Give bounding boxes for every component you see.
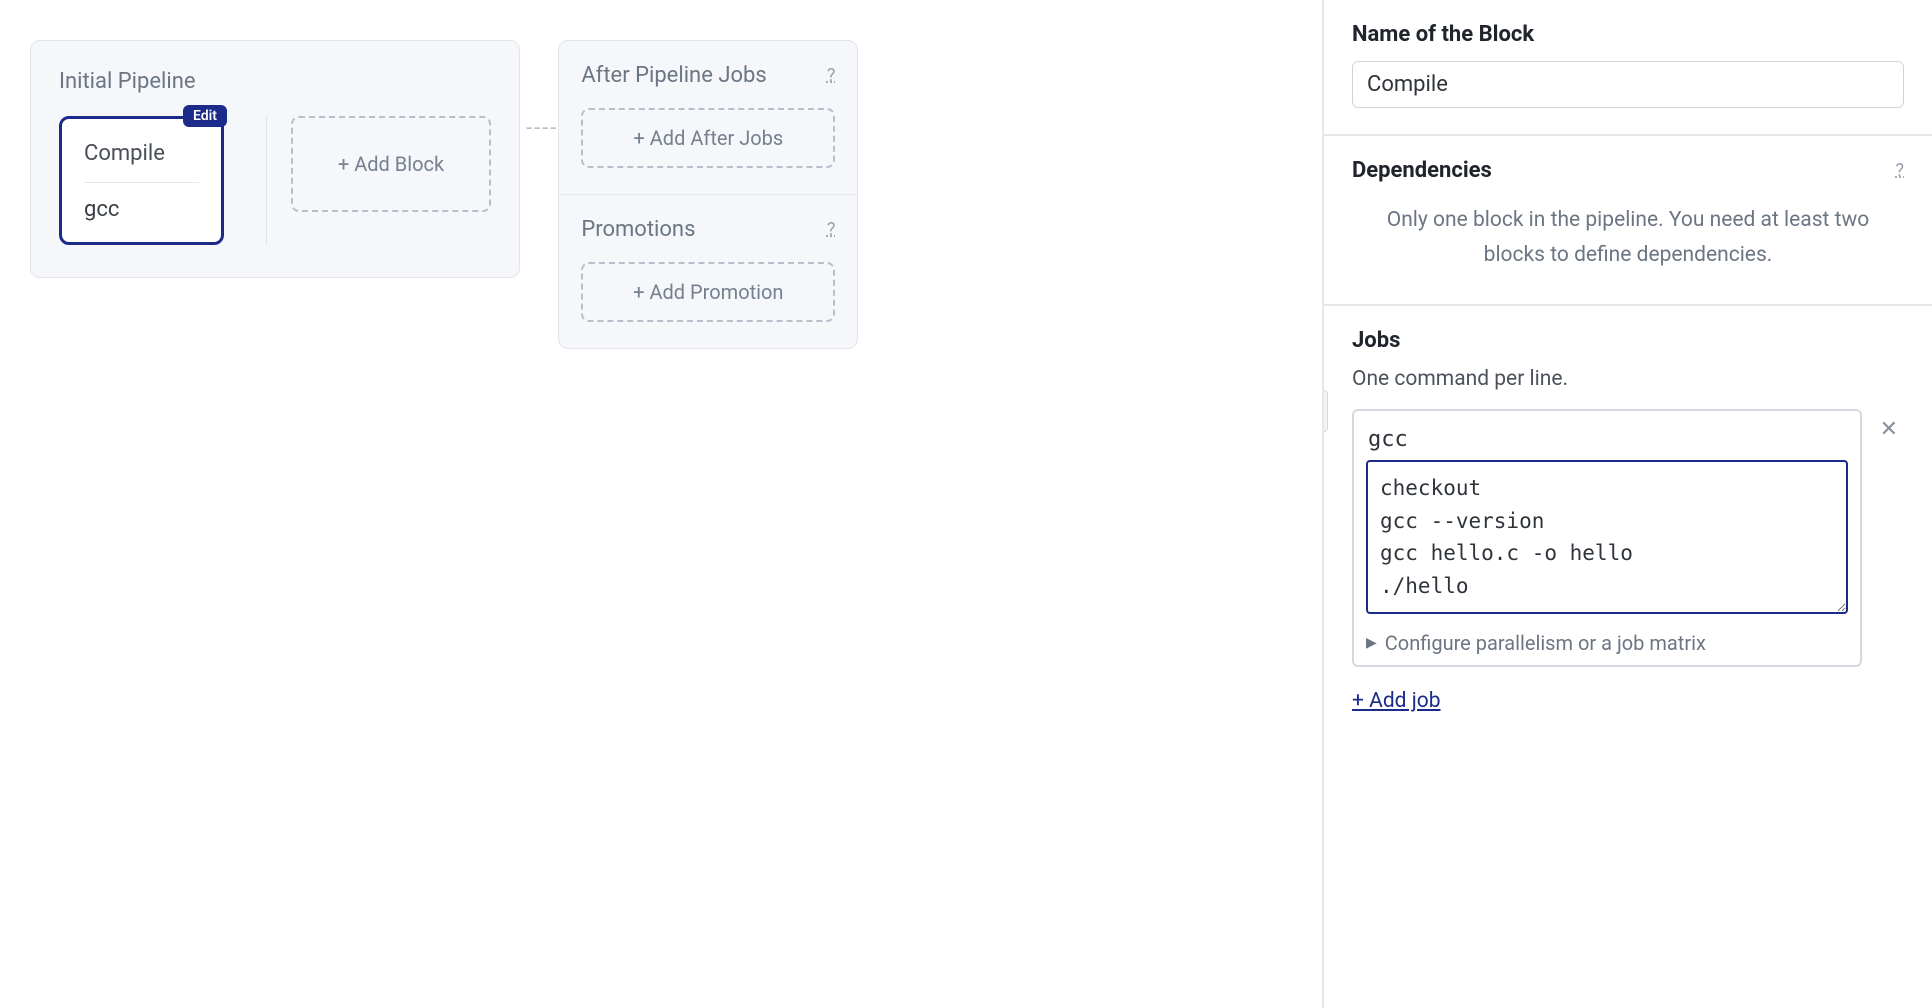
pipeline-panel: Initial Pipeline Edit Compile gcc + Add … <box>30 40 520 278</box>
panel-resize-handle[interactable] <box>1322 390 1328 432</box>
after-pipeline-jobs-section: After Pipeline Jobs ? + Add After Jobs <box>559 41 857 194</box>
parallelism-label: Configure parallelism or a job matrix <box>1385 631 1706 655</box>
job-box: ▶ Configure parallelism or a job matrix <box>1352 409 1862 667</box>
dependencies-message: Only one block in the pipeline. You need… <box>1352 197 1904 278</box>
name-section: Name of the Block <box>1324 0 1932 134</box>
add-promotion-button[interactable]: + Add Promotion <box>581 262 835 322</box>
configure-parallelism-toggle[interactable]: ▶ Configure parallelism or a job matrix <box>1366 631 1848 655</box>
job-name-input[interactable] <box>1366 423 1848 460</box>
pipeline-canvas: Initial Pipeline Edit Compile gcc + Add … <box>0 0 1322 1008</box>
edit-badge[interactable]: Edit <box>183 105 227 127</box>
jobs-section: Jobs One command per line. ▶ Configure p… <box>1324 304 1932 739</box>
job-commands-textarea[interactable] <box>1366 460 1848 614</box>
job-editor-area: ▶ Configure parallelism or a job matrix … <box>1352 409 1904 667</box>
after-and-promotions-panel: After Pipeline Jobs ? + Add After Jobs P… <box>558 40 858 349</box>
pipeline-block-compile[interactable]: Edit Compile gcc <box>59 116 224 245</box>
add-after-jobs-button[interactable]: + Add After Jobs <box>581 108 835 168</box>
promotions-section: Promotions ? + Add Promotion <box>559 194 857 348</box>
dependencies-help-icon[interactable]: ? <box>1895 160 1904 181</box>
dependencies-section: Dependencies ? Only one block in the pip… <box>1324 134 1932 304</box>
promotions-title: Promotions <box>581 217 695 242</box>
block-job-name: gcc <box>84 197 199 222</box>
add-block-button[interactable]: + Add Block <box>291 116 491 212</box>
promotions-help-icon[interactable]: ? <box>827 219 836 240</box>
pipeline-body: Edit Compile gcc + Add Block <box>59 116 491 245</box>
pipeline-connector: ---- <box>526 116 558 141</box>
dependencies-label: Dependencies <box>1352 158 1492 183</box>
after-jobs-help-icon[interactable]: ? <box>827 65 836 86</box>
after-jobs-title: After Pipeline Jobs <box>581 63 766 88</box>
block-name: Compile <box>84 141 199 166</box>
name-label: Name of the Block <box>1352 22 1904 47</box>
block-inspector-panel: Name of the Block Dependencies ? Only on… <box>1322 0 1932 1008</box>
pipeline-title: Initial Pipeline <box>59 69 491 94</box>
jobs-subtitle: One command per line. <box>1352 367 1904 391</box>
caret-right-icon: ▶ <box>1366 635 1377 651</box>
remove-job-button[interactable]: ✕ <box>1874 409 1904 451</box>
block-divider <box>84 182 199 183</box>
block-name-input[interactable] <box>1352 61 1904 108</box>
add-job-link[interactable]: + Add job <box>1352 689 1441 713</box>
jobs-label: Jobs <box>1352 328 1904 353</box>
vertical-divider <box>266 116 267 245</box>
